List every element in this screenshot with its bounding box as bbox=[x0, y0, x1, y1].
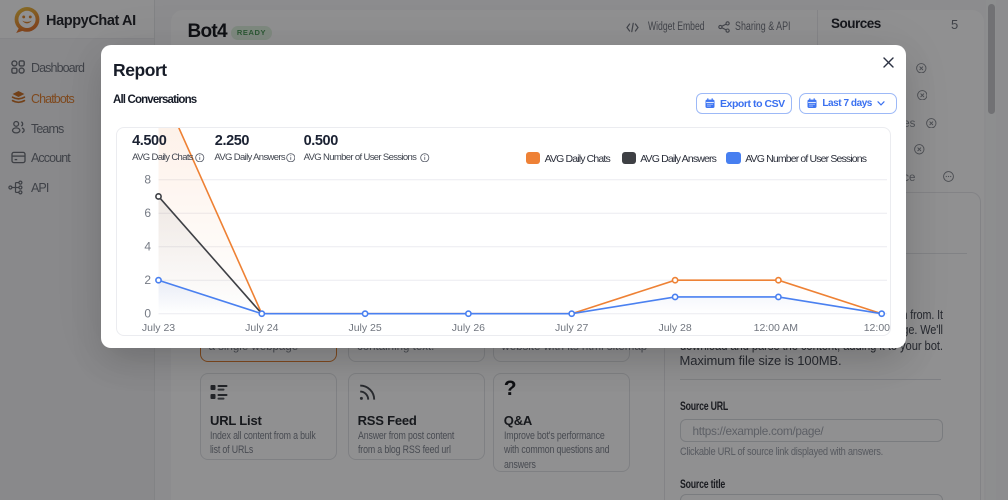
svg-text:July 24: July 24 bbox=[245, 322, 278, 334]
svg-text:July 25: July 25 bbox=[348, 322, 381, 334]
svg-text:July 28: July 28 bbox=[658, 322, 691, 334]
svg-text:12:00 AM: 12:00 AM bbox=[754, 322, 798, 334]
svg-text:0: 0 bbox=[144, 306, 151, 320]
svg-text:4: 4 bbox=[144, 239, 151, 253]
svg-text:6: 6 bbox=[144, 206, 151, 220]
svg-text:8: 8 bbox=[144, 172, 151, 186]
svg-text:2: 2 bbox=[144, 273, 151, 287]
svg-text:July 23: July 23 bbox=[142, 322, 175, 334]
svg-text:July 26: July 26 bbox=[452, 322, 485, 334]
svg-text:12:00: 12:00 bbox=[864, 322, 890, 334]
svg-text:July 27: July 27 bbox=[555, 322, 588, 334]
